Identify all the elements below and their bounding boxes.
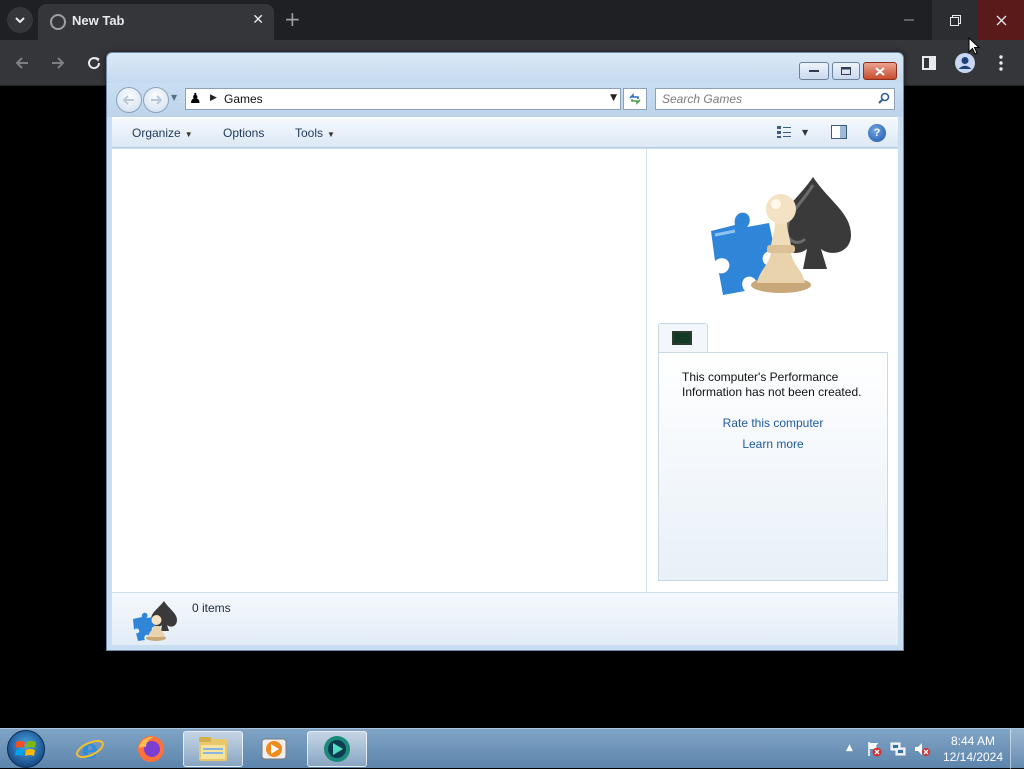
help-icon: ? — [873, 127, 881, 139]
browser-reload-button[interactable] — [81, 50, 107, 76]
browser-menu-button[interactable] — [988, 50, 1014, 76]
media-player-icon — [261, 738, 287, 760]
show-hidden-icons-button[interactable]: ▲ — [846, 743, 853, 753]
kebab-menu-icon — [999, 55, 1003, 71]
new-tab-button[interactable]: + — [284, 9, 301, 29]
rate-this-computer-link[interactable]: Rate this computer — [659, 416, 887, 430]
recent-pages-dropdown[interactable]: ▼ — [171, 93, 177, 102]
address-bar[interactable]: ♟ ▶ Games ▼ — [185, 88, 621, 110]
window-close-button[interactable] — [863, 62, 897, 80]
svg-text:e: e — [82, 735, 99, 764]
help-button[interactable]: ? — [868, 124, 886, 142]
tools-label: Tools — [295, 126, 324, 140]
preview-pane-button[interactable] — [831, 125, 847, 139]
side-panel-button[interactable] — [916, 50, 942, 76]
address-dropdown-button[interactable]: ▼ — [610, 93, 617, 103]
breadcrumb-games[interactable]: Games — [224, 92, 263, 106]
tab-title: New Tab — [72, 13, 125, 28]
refresh-button[interactable] — [623, 88, 647, 110]
monitor-icon — [672, 331, 692, 345]
clock-date: 12/14/2024 — [942, 750, 1004, 764]
browser-close-button[interactable] — [978, 0, 1024, 40]
performance-panel: This computer's Performance Information … — [658, 352, 888, 581]
games-info-pane: This computer's Performance Information … — [646, 149, 898, 592]
maximize-icon — [841, 67, 851, 75]
browser-forward-button[interactable] — [45, 50, 71, 76]
games-explorer-window: ▼ ♟ ▶ Games ▼ Organize▼ Options Tools▼ — [106, 52, 904, 651]
search-input[interactable] — [662, 91, 866, 107]
taskbar-firefox[interactable] — [121, 731, 181, 767]
tools-menu-button[interactable]: Tools ▼ — [295, 126, 335, 140]
taskbar-internet-explorer[interactable]: e — [60, 731, 120, 767]
close-icon — [996, 15, 1006, 25]
reload-icon — [88, 57, 101, 70]
organize-menu-button[interactable]: Organize ▼ — [132, 126, 193, 140]
performance-message: This computer's Performance Information … — [682, 370, 862, 399]
taskbar-clock[interactable]: 8:44 AM 12/14/2024 — [938, 733, 1008, 765]
caret-down-icon: ▼ — [184, 130, 193, 139]
clock-time: 8:44 AM — [950, 734, 996, 748]
side-panel-icon — [922, 56, 936, 70]
caret-down-icon: ▼ — [327, 130, 335, 139]
internet-explorer-icon: e — [76, 735, 104, 764]
profile-icon — [955, 53, 975, 73]
arrow-left-icon — [123, 95, 134, 105]
restore-icon — [949, 14, 961, 26]
window-titlebar[interactable] — [107, 53, 903, 83]
windows-logo-icon — [15, 741, 36, 756]
network-icon[interactable] — [890, 741, 906, 757]
games-logo-icon — [711, 177, 851, 295]
window-maximize-button[interactable] — [832, 62, 860, 80]
firefox-icon — [138, 736, 164, 762]
start-button[interactable] — [7, 730, 45, 768]
minimize-icon — [809, 70, 819, 72]
options-button[interactable]: Options — [223, 126, 264, 140]
options-label: Options — [223, 126, 265, 140]
file-list-pane[interactable] — [112, 149, 646, 592]
arrow-right-icon — [52, 57, 65, 69]
games-folder-icon — [133, 601, 177, 641]
globe-icon — [50, 14, 66, 30]
view-details-icon — [777, 126, 791, 138]
item-count: 0 items — [192, 601, 231, 615]
browser-restore-button[interactable] — [932, 0, 978, 40]
performance-tab[interactable] — [658, 323, 708, 353]
games-folder-icon: ♟ — [189, 91, 202, 107]
tab-search-button[interactable] — [7, 7, 33, 33]
change-view-button[interactable] — [776, 125, 792, 143]
taskbar: e ▲ 8:44 AM 12/14/2024 — [0, 728, 1024, 769]
navigation-bar: ▼ ♟ ▶ Games ▼ — [107, 83, 903, 117]
tab-close-button[interactable]: ✕ — [252, 12, 264, 28]
nav-back-button[interactable] — [116, 87, 142, 113]
arrow-right-icon — [151, 95, 162, 105]
arrow-left-icon — [15, 57, 28, 69]
browser-minimize-button[interactable] — [886, 0, 932, 40]
view-options-dropdown[interactable]: ▼ — [802, 128, 808, 137]
minimize-icon — [904, 19, 914, 21]
action-center-icon[interactable] — [866, 741, 882, 757]
volume-muted-icon[interactable] — [914, 741, 930, 757]
taskbar-windows-explorer[interactable] — [183, 731, 243, 767]
organize-label: Organize — [132, 126, 181, 140]
browser-tab-strip: New Tab ✕ + — [0, 0, 1024, 40]
window-minimize-button[interactable] — [799, 62, 829, 80]
breadcrumb-separator-icon[interactable]: ▶ — [210, 93, 217, 103]
browser-tab-new-tab[interactable]: New Tab ✕ — [38, 4, 274, 40]
nav-forward-button[interactable] — [143, 87, 169, 113]
browser-back-button[interactable] — [9, 50, 35, 76]
chevron-down-icon — [15, 17, 25, 23]
close-icon — [875, 66, 885, 76]
command-bar: Organize ▼ Options Tools ▼ ▼ ? — [112, 117, 898, 148]
search-box[interactable] — [655, 88, 895, 110]
taskbar-running-app[interactable] — [307, 731, 367, 767]
search-icon[interactable] — [878, 92, 890, 107]
mouse-pointer-icon — [968, 37, 980, 55]
details-pane: 0 items — [112, 592, 898, 645]
folder-icon — [199, 737, 227, 761]
show-desktop-button[interactable] — [1010, 729, 1024, 769]
app-icon — [324, 736, 350, 762]
learn-more-link[interactable]: Learn more — [659, 437, 887, 451]
refresh-icon — [629, 93, 641, 105]
taskbar-media-player[interactable] — [244, 731, 304, 767]
